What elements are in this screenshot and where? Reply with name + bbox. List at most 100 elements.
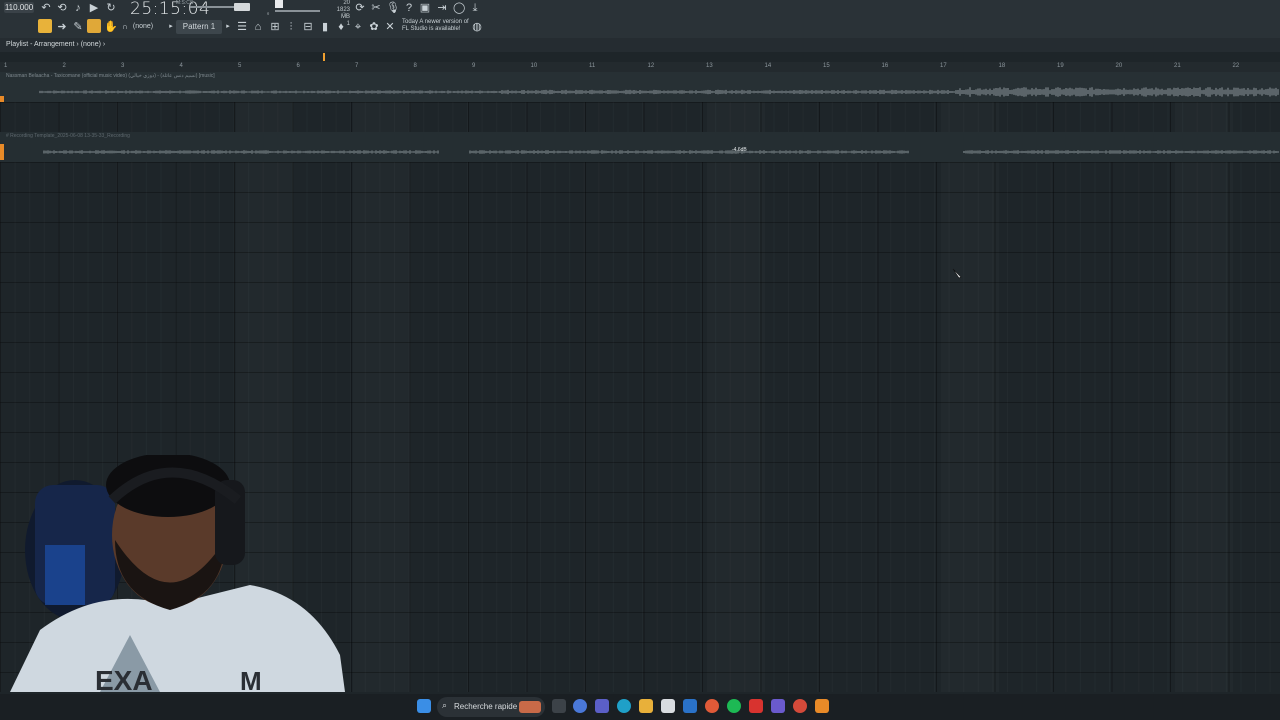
pattern-plus-icon[interactable]: ▸ bbox=[222, 21, 234, 33]
cpu-value: 20 bbox=[343, 0, 350, 6]
store-icon[interactable] bbox=[661, 699, 675, 713]
opera-icon[interactable] bbox=[793, 699, 807, 713]
clip-1-handle[interactable] bbox=[0, 96, 4, 102]
wand-icon[interactable]: ✕ bbox=[384, 21, 396, 33]
fruity-icon[interactable]: ✿ bbox=[368, 21, 380, 33]
news-panel[interactable]: Today A newer version of FL Studio is av… bbox=[402, 19, 469, 33]
snap-magnet-button[interactable] bbox=[38, 19, 52, 33]
snap-selector[interactable]: (none) bbox=[125, 21, 161, 33]
clip-gain-label: -4.6dB bbox=[732, 147, 747, 153]
svg-text:M: M bbox=[240, 666, 262, 692]
microphone-icon[interactable]: 🎙︎ bbox=[386, 2, 400, 14]
song-time-display[interactable]: 25:15:04 bbox=[130, 0, 210, 19]
bar-number: 17 bbox=[940, 63, 947, 69]
bar-number: 21 bbox=[1174, 63, 1181, 69]
overdub-icon[interactable]: ▶ bbox=[88, 2, 100, 14]
news-line-2: FL Studio is available! bbox=[402, 26, 461, 32]
audio-clip-track-1[interactable]: Nassman Belaacha - Taxicomane (official … bbox=[0, 72, 1280, 102]
bar-number: 22 bbox=[1232, 63, 1240, 69]
export-icon[interactable]: ⇥ bbox=[436, 2, 448, 14]
chrome-icon[interactable] bbox=[705, 699, 719, 713]
paint-tool-button[interactable] bbox=[87, 19, 101, 33]
bar-number: 9 bbox=[472, 63, 476, 69]
browser-icon[interactable]: ⊟ bbox=[302, 21, 314, 33]
plugin-icon[interactable]: ▮ bbox=[319, 21, 331, 33]
master-volume-slider[interactable] bbox=[190, 6, 235, 8]
windows-taskbar: ⌕ Recherche rapide bbox=[0, 694, 1280, 720]
download-icon[interactable]: ⤓ bbox=[469, 2, 481, 14]
piano-roll-icon[interactable]: ⌂ bbox=[252, 21, 264, 33]
tempo-tapper-icon[interactable]: ♦ bbox=[335, 21, 347, 33]
cpu-meter-icon: ◌ bbox=[341, 9, 347, 19]
teams-icon[interactable] bbox=[595, 699, 609, 713]
bar-number: 6 bbox=[296, 63, 300, 69]
wps-icon[interactable] bbox=[749, 699, 763, 713]
bar-number: 15 bbox=[823, 63, 830, 69]
bar-number: 16 bbox=[881, 63, 889, 69]
taskbar-search[interactable]: ⌕ Recherche rapide bbox=[437, 697, 545, 717]
fl-studio-icon[interactable] bbox=[815, 699, 829, 713]
paint-cursor-icon bbox=[952, 268, 962, 279]
playlist-icon[interactable]: ☰ bbox=[236, 21, 248, 33]
bar-number: 3 bbox=[121, 63, 125, 69]
bar-number: 1 bbox=[4, 63, 8, 69]
playlist-header: Playlist - Arrangement › (none) › bbox=[0, 38, 1280, 52]
clip-2-waveform bbox=[43, 150, 1279, 154]
countdown-icon[interactable]: ↻ bbox=[105, 2, 117, 14]
bar-number: 13 bbox=[706, 63, 713, 69]
bar-number: 18 bbox=[998, 63, 1006, 69]
delete-tool-icon[interactable]: ✋ bbox=[104, 21, 118, 33]
bar-number: 5 bbox=[238, 63, 242, 69]
help-icon[interactable]: ? bbox=[403, 2, 415, 14]
main-toolbar: 110.000 ↶ ⟲ ♪ ▶ ↻ 25:15:04 M:S:CS ◦ 20 1… bbox=[0, 0, 1280, 39]
touch-keyboard-icon[interactable]: ⌖ bbox=[352, 21, 364, 33]
clip-2-handle[interactable] bbox=[0, 144, 4, 160]
master-pitch-knob[interactable] bbox=[275, 0, 283, 8]
search-icon: ⌕ bbox=[442, 700, 448, 710]
discord-icon[interactable] bbox=[771, 699, 785, 713]
bar-number: 11 bbox=[589, 63, 596, 69]
bar-number: 10 bbox=[530, 63, 538, 69]
pattern-selector[interactable]: Pattern 1 bbox=[176, 20, 222, 34]
song-position-marker[interactable] bbox=[323, 53, 325, 61]
tools-icon[interactable]: ✂ bbox=[370, 2, 382, 14]
play-arrow-icon[interactable]: ➜ bbox=[56, 21, 68, 33]
clip-2-label: # Recording Template_2025-06-08 13-35-33… bbox=[6, 133, 130, 139]
windows-start-icon[interactable] bbox=[417, 699, 431, 713]
bar-number: 20 bbox=[1115, 63, 1123, 69]
bar-number: 14 bbox=[764, 63, 772, 69]
save-icon[interactable]: ▣ bbox=[419, 2, 431, 14]
clip-1-waveform bbox=[39, 87, 1279, 97]
undo-icon[interactable]: ↶ bbox=[40, 2, 52, 14]
step-edit-icon[interactable]: ♪ bbox=[72, 2, 84, 14]
news-line-1: Today A newer version of bbox=[402, 19, 469, 25]
search-highlight-icon bbox=[519, 701, 541, 713]
online-icon[interactable]: ◍ bbox=[471, 21, 483, 33]
mixer-icon[interactable]: ⊞ bbox=[269, 21, 281, 33]
webcam-overlay: EXA M bbox=[10, 455, 345, 692]
playlist-title[interactable]: Playlist - Arrangement › (none) › bbox=[6, 41, 105, 48]
task-view-icon[interactable] bbox=[552, 699, 566, 713]
bar-number: 2 bbox=[62, 63, 66, 69]
channel-rack-icon[interactable]: ⫶ bbox=[285, 21, 297, 33]
master-pitch-slider[interactable] bbox=[275, 10, 320, 12]
spotify-icon[interactable] bbox=[727, 699, 741, 713]
search-placeholder: Recherche rapide bbox=[454, 702, 518, 711]
pitch-icon: ◦ bbox=[266, 9, 270, 18]
edge-icon[interactable] bbox=[617, 699, 631, 713]
master-volume-knob[interactable] bbox=[234, 3, 250, 11]
bar-number: 4 bbox=[179, 63, 183, 69]
svg-text:EXA: EXA bbox=[95, 665, 153, 692]
refresh-icon[interactable]: ⟳ bbox=[354, 2, 366, 14]
outlook-icon[interactable] bbox=[683, 699, 697, 713]
chat-icon[interactable]: ◯ bbox=[453, 2, 465, 14]
audio-clip-track-2[interactable]: # Recording Template_2025-06-08 13-35-33… bbox=[0, 132, 1280, 162]
loop-record-icon[interactable]: ⟲ bbox=[56, 2, 68, 14]
bar-number: 12 bbox=[647, 63, 655, 69]
file-explorer-icon[interactable] bbox=[639, 699, 653, 713]
tempo-display[interactable]: 110.000 bbox=[4, 2, 34, 13]
bar-number: 19 bbox=[1057, 63, 1064, 69]
pencil-icon[interactable]: ✎ bbox=[72, 21, 84, 33]
clip-1-label: Nassman Belaacha - Taxicomane (official … bbox=[6, 73, 215, 79]
copilot-icon[interactable] bbox=[573, 699, 587, 713]
